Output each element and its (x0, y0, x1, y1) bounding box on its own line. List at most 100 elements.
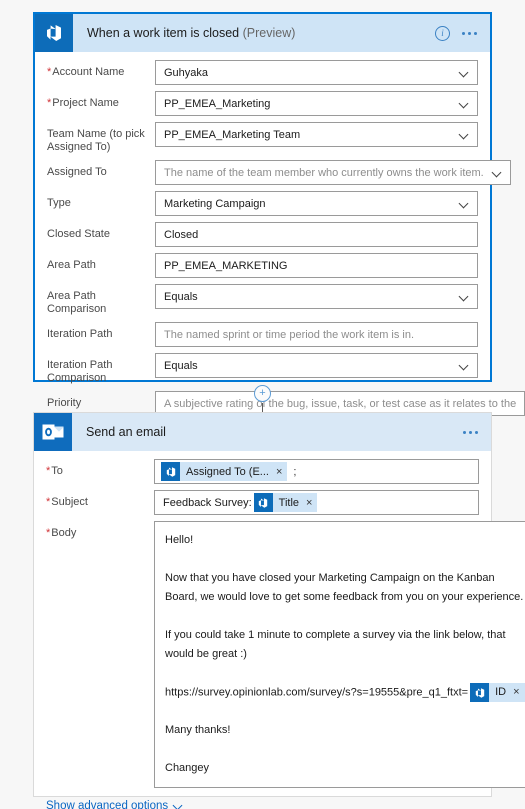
to-separator: ; (293, 465, 297, 478)
field-row-iteration-path: Iteration Path The named sprint or time … (47, 322, 478, 347)
field-label-iteration-path: Iteration Path (47, 328, 113, 340)
field-label-closed-state: Closed State (47, 228, 110, 240)
action-card[interactable]: Send an email *To Assigned To (E... × ; … (33, 412, 525, 809)
field-wrap-area-path-comparison: Equals (155, 284, 478, 309)
body-paragraph-intro: Now that you have closed your Marketing … (165, 572, 524, 603)
remove-token-icon[interactable]: × (276, 466, 282, 478)
body-paragraph-greeting: Hello! (165, 534, 194, 546)
token-label: Assigned To (E... (186, 465, 269, 478)
token-label: ID (495, 686, 507, 698)
required-asterisk: * (46, 465, 51, 477)
field-label-area-path-comparison: Area Path Comparison (47, 290, 107, 315)
assigned-to-input[interactable]: The name of the team member who currentl… (155, 160, 511, 185)
chevron-down-icon[interactable] (460, 100, 469, 106)
field-wrap-team-name: PP_EMEA_Marketing Team (155, 122, 478, 147)
chevron-down-icon[interactable] (460, 69, 469, 75)
field-row-area-path: Area Path PP_EMEA_MARKETING (47, 253, 478, 278)
azure-devops-token-icon (253, 493, 273, 512)
trigger-card[interactable]: When a work item is closed (Preview) i *… (33, 12, 525, 471)
action-card-header[interactable]: Send an email (34, 413, 491, 451)
type-input[interactable]: Marketing Campaign (155, 191, 478, 216)
label-text: Body (51, 527, 77, 539)
field-label-area-path: Area Path (47, 259, 96, 271)
action-card-body: *To Assigned To (E... × ; *Subject Feedb… (34, 451, 525, 809)
team-name-input[interactable]: PP_EMEA_Marketing Team (155, 122, 478, 147)
field-wrap-subject: Feedback Survey: Title × (154, 490, 479, 515)
chevron-down-icon (173, 803, 182, 809)
trigger-card-title: When a work item is closed (Preview) (87, 26, 295, 40)
remove-token-icon[interactable]: × (513, 683, 519, 702)
trigger-card-header[interactable]: When a work item is closed (Preview) i (35, 14, 490, 52)
show-advanced-options-link[interactable]: Show advanced options (46, 800, 182, 809)
label-text: To (51, 465, 63, 477)
field-wrap-iteration-path-comparison: Equals (155, 353, 478, 378)
label-text: Subject (51, 496, 88, 508)
body-paragraph-url: https://survey.opinionlab.com/survey/s?s… (165, 683, 525, 702)
label-text: Account Name (52, 66, 125, 78)
field-row-closed-state: Closed State Closed (47, 222, 478, 247)
field-label-iteration-path-comparison: Iteration Path Comparison (47, 359, 113, 384)
required-asterisk: * (46, 527, 51, 539)
area-path-comparison-input[interactable]: Equals (155, 284, 478, 309)
body-editor[interactable]: Hello! Now that you have closed your Mar… (154, 521, 525, 789)
required-asterisk: * (46, 496, 51, 508)
dynamic-token-assigned-to[interactable]: Assigned To (E... × (161, 462, 288, 481)
more-options-icon[interactable] (463, 430, 478, 434)
field-label-account-name: *Account Name (47, 60, 155, 79)
field-wrap-type: Marketing Campaign (155, 191, 478, 216)
trigger-title-text: When a work item is closed (87, 26, 240, 40)
info-icon[interactable]: i (435, 25, 450, 41)
field-row-assigned-to: Assigned To The name of the team member … (47, 160, 511, 185)
to-input[interactable]: Assigned To (E... × ; (154, 459, 479, 484)
area-path-input[interactable]: PP_EMEA_MARKETING (155, 253, 478, 278)
field-wrap-assigned-to: The name of the team member who currentl… (155, 160, 511, 185)
field-label-to: *To (46, 459, 154, 478)
field-wrap-body: Hello! Now that you have closed your Mar… (154, 521, 525, 789)
azure-devops-token-icon (161, 462, 180, 481)
field-wrap-iteration-path: The named sprint or time period the work… (155, 322, 478, 347)
body-paragraph-request: If you could take 1 minute to complete a… (165, 629, 506, 660)
field-row-iteration-path-comparison: Iteration Path Comparison Equals (47, 353, 478, 385)
required-asterisk: * (47, 66, 52, 78)
field-row-subject: *Subject Feedback Survey: Title × (46, 490, 479, 515)
field-label-assigned-to: Assigned To (47, 166, 107, 178)
trigger-header-actions: i (435, 25, 490, 41)
chevron-down-icon[interactable] (460, 200, 469, 206)
chevron-down-icon[interactable] (460, 293, 469, 299)
field-row-area-path-comparison: Area Path Comparison Equals (47, 284, 478, 316)
field-wrap-closed-state: Closed (155, 222, 478, 247)
add-step-button[interactable]: + (254, 385, 271, 402)
chevron-down-icon[interactable] (460, 131, 469, 137)
dynamic-token-title[interactable]: Title × (253, 493, 318, 512)
chevron-down-icon[interactable] (460, 362, 469, 368)
flow-designer-canvas: When a work item is closed (Preview) i *… (0, 0, 525, 809)
chevron-down-icon[interactable] (493, 169, 502, 175)
azure-devops-icon (35, 14, 73, 52)
iteration-path-input[interactable]: The named sprint or time period the work… (155, 322, 478, 347)
required-asterisk: * (47, 97, 52, 109)
field-wrap-account-name: Guhyaka (155, 60, 478, 85)
remove-token-icon[interactable]: × (306, 497, 312, 509)
field-label-type: Type (47, 197, 71, 209)
field-row-body: *Body Hello! Now that you have closed yo… (46, 521, 525, 789)
subject-input[interactable]: Feedback Survey: Title × (154, 490, 479, 515)
outlook-icon (34, 413, 72, 451)
survey-url-text: https://survey.opinionlab.com/survey/s?s… (165, 686, 469, 699)
body-paragraph-signature: Changey (165, 762, 210, 775)
account-name-input[interactable]: Guhyaka (155, 60, 478, 85)
field-label-subject: *Subject (46, 490, 154, 509)
more-options-icon[interactable] (462, 31, 477, 35)
body-paragraph-thanks: Many thanks! (165, 724, 231, 737)
field-wrap-area-path: PP_EMEA_MARKETING (155, 253, 478, 278)
azure-devops-token-icon (470, 683, 490, 702)
field-row-team-name: Team Name (to pick Assigned To) PP_EMEA_… (47, 122, 478, 154)
field-wrap-project-name: PP_EMEA_Marketing (155, 91, 478, 116)
field-label-team-name: Team Name (to pick Assigned To) (47, 128, 145, 153)
iteration-path-comparison-input[interactable]: Equals (155, 353, 478, 378)
closed-state-input[interactable]: Closed (155, 222, 478, 247)
project-name-input[interactable]: PP_EMEA_Marketing (155, 91, 478, 116)
dynamic-token-id[interactable]: ID × (470, 683, 525, 702)
subject-prefix-text: Feedback Survey: (163, 496, 252, 509)
field-row-to: *To Assigned To (E... × ; (46, 459, 479, 484)
action-header-actions (463, 430, 491, 434)
